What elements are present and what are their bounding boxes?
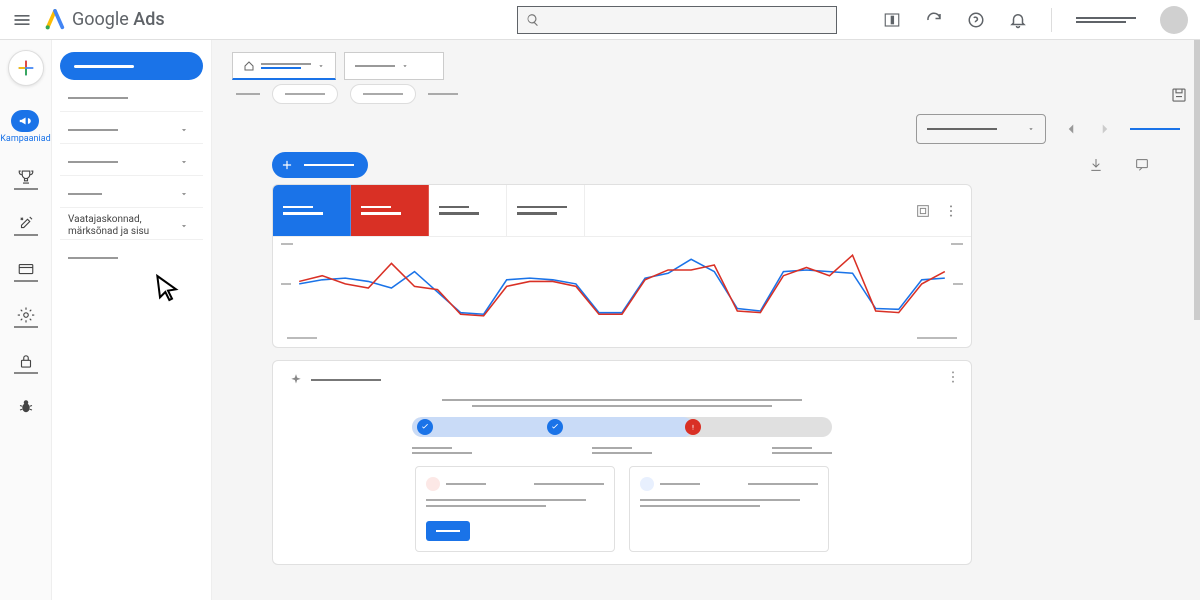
line-chart bbox=[287, 247, 957, 329]
rail-bug[interactable] bbox=[17, 398, 35, 416]
progress-labels bbox=[412, 447, 832, 454]
chart-options bbox=[903, 185, 971, 236]
search-icon bbox=[526, 13, 540, 27]
progress-bar bbox=[412, 417, 832, 437]
filter-chips bbox=[232, 84, 1180, 104]
rail-campaigns[interactable]: Kampaaniad bbox=[0, 110, 50, 144]
metric-tab-4[interactable] bbox=[507, 185, 585, 236]
chevron-down-icon bbox=[179, 189, 189, 199]
date-range-selector[interactable] bbox=[916, 114, 1046, 144]
plus-icon bbox=[280, 158, 294, 172]
warning-dot-icon bbox=[426, 477, 440, 491]
app-header: Google Ads bbox=[0, 0, 1200, 40]
caret-down-icon bbox=[401, 62, 409, 70]
help-icon[interactable] bbox=[967, 11, 985, 29]
google-ads-icon bbox=[44, 9, 66, 31]
side-nav: Vaatajaskonnad, märksõnad ja sisu bbox=[52, 40, 212, 600]
step-warn-icon bbox=[685, 419, 701, 435]
save-icon[interactable] bbox=[1170, 86, 1188, 104]
apply-button[interactable] bbox=[426, 521, 470, 541]
recommendation-card bbox=[272, 360, 972, 565]
account-selector[interactable] bbox=[232, 52, 336, 80]
hamburger-icon[interactable] bbox=[12, 10, 32, 30]
chart-body bbox=[273, 237, 971, 337]
nav-item-2[interactable] bbox=[60, 116, 203, 144]
create-button[interactable] bbox=[8, 50, 44, 86]
more-icon[interactable] bbox=[945, 369, 961, 385]
rail-security[interactable] bbox=[14, 352, 38, 374]
chevron-down-icon bbox=[179, 157, 189, 167]
product-logo: Google Ads bbox=[44, 9, 165, 31]
filter-chip[interactable] bbox=[350, 84, 416, 104]
feedback-icon[interactable] bbox=[1134, 157, 1150, 173]
axis-labels bbox=[273, 337, 971, 347]
chart-card bbox=[272, 184, 972, 348]
header-actions bbox=[883, 6, 1188, 34]
refresh-icon[interactable] bbox=[925, 11, 943, 29]
chevron-down-icon bbox=[179, 221, 189, 231]
metric-tab-3[interactable] bbox=[429, 185, 507, 236]
megaphone-icon bbox=[18, 114, 32, 128]
rail-goals[interactable] bbox=[14, 168, 38, 190]
new-button[interactable] bbox=[272, 152, 368, 178]
more-icon[interactable] bbox=[943, 203, 959, 219]
info-dot-icon bbox=[640, 477, 654, 491]
avatar[interactable] bbox=[1160, 6, 1188, 34]
caret-down-icon bbox=[317, 62, 325, 70]
chip-label bbox=[236, 93, 260, 95]
caret-down-icon bbox=[1027, 125, 1035, 133]
step-done-icon bbox=[417, 419, 433, 435]
rec-description bbox=[389, 399, 855, 407]
bug-icon bbox=[17, 398, 35, 416]
metric-tabs bbox=[273, 185, 971, 237]
nav-item-6[interactable] bbox=[60, 244, 203, 272]
breadcrumb bbox=[232, 52, 1180, 80]
reports-icon[interactable] bbox=[883, 11, 901, 29]
recommendation-cards bbox=[389, 466, 855, 552]
expand-icon[interactable] bbox=[915, 203, 931, 219]
chevron-right-icon[interactable] bbox=[1096, 120, 1114, 138]
lock-icon bbox=[17, 352, 35, 370]
actions-bar bbox=[232, 152, 1180, 178]
home-icon bbox=[243, 60, 255, 72]
scrollbar[interactable] bbox=[1194, 40, 1200, 320]
trophy-icon bbox=[17, 168, 35, 186]
plus-icon bbox=[15, 57, 37, 79]
rail-billing[interactable] bbox=[14, 260, 38, 282]
product-name: Google Ads bbox=[72, 9, 165, 30]
notifications-icon[interactable] bbox=[1009, 11, 1027, 29]
rail-admin[interactable] bbox=[14, 306, 38, 328]
metric-tab-1[interactable] bbox=[273, 185, 351, 236]
metric-tab-2[interactable] bbox=[351, 185, 429, 236]
view-link[interactable] bbox=[1130, 128, 1180, 130]
rec-sub-card-2[interactable] bbox=[629, 466, 829, 552]
account-info[interactable] bbox=[1076, 17, 1136, 23]
step-done-icon bbox=[547, 419, 563, 435]
campaign-selector[interactable] bbox=[344, 52, 444, 80]
rec-sub-card-1[interactable] bbox=[415, 466, 615, 552]
gear-icon bbox=[17, 306, 35, 324]
filter-chip[interactable] bbox=[272, 84, 338, 104]
left-rail: Kampaaniad bbox=[0, 40, 52, 600]
nav-overview[interactable] bbox=[60, 52, 203, 80]
nav-item-1[interactable] bbox=[60, 84, 203, 112]
nav-item-audiences[interactable]: Vaatajaskonnad, märksõnad ja sisu bbox=[60, 212, 203, 240]
chevron-left-icon[interactable] bbox=[1062, 120, 1080, 138]
nav-item-4[interactable] bbox=[60, 180, 203, 208]
card-icon bbox=[17, 260, 35, 278]
nav-item-3[interactable] bbox=[60, 148, 203, 176]
sparkle-icon bbox=[289, 373, 303, 387]
date-controls bbox=[232, 114, 1180, 144]
chip-label bbox=[428, 93, 458, 95]
rail-label: Kampaaniad bbox=[0, 134, 50, 144]
download-icon[interactable] bbox=[1088, 157, 1104, 173]
search-bar[interactable] bbox=[517, 6, 837, 34]
main-content bbox=[212, 40, 1200, 600]
chevron-down-icon bbox=[179, 125, 189, 135]
search-input[interactable] bbox=[548, 13, 828, 27]
rail-tools[interactable] bbox=[14, 214, 38, 236]
tools-icon bbox=[17, 214, 35, 232]
